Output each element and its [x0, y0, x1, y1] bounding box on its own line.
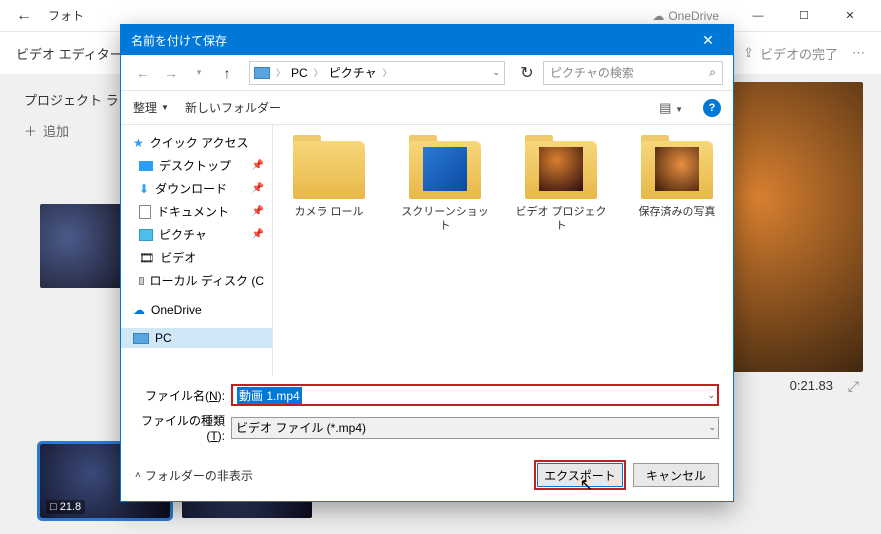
tree-downloads[interactable]: ⬇ダウンロード📌 [121, 177, 272, 200]
help-button[interactable]: ? [703, 99, 721, 117]
close-button[interactable]: ✕ [827, 0, 873, 32]
library-thumbnail[interactable] [40, 204, 130, 288]
nav-back-button[interactable]: ← [131, 61, 155, 85]
view-mode-button[interactable]: ▤ ▼ [655, 100, 687, 116]
dialog-titlebar: 名前を付けて保存 ✕ [121, 25, 733, 55]
cloud-icon: ☁ [652, 9, 664, 23]
tree-onedrive[interactable]: ☁OneDrive [121, 300, 272, 320]
file-list[interactable]: カメラ ロール スクリーンショット ビデオ プロジェクト 保存済みの写真 [273, 125, 733, 376]
filename-label: ファイル名(N): [135, 387, 231, 404]
dropdown-icon[interactable]: ⌄ [492, 67, 500, 78]
desktop-icon [139, 161, 153, 171]
pin-icon: 📌 [252, 160, 264, 171]
nav-forward-button: → [159, 61, 183, 85]
organize-menu[interactable]: 整理 ▼ [133, 99, 169, 116]
tree-quick-access[interactable]: ★クイック アクセス [121, 131, 272, 154]
save-as-dialog: 名前を付けて保存 ✕ ← → ▾ ↑ 〉 PC 〉 ピクチャ 〉 ⌄ ↻ ピクチ… [120, 24, 734, 502]
folder-camera-roll[interactable]: カメラ ロール [281, 141, 377, 219]
dialog-title: 名前を付けて保存 [131, 32, 693, 49]
refresh-button[interactable]: ↻ [515, 63, 539, 83]
pc-icon [133, 333, 149, 344]
dialog-footer: ˄ フォルダーの非表示 エクスポート キャンセル ↖ [121, 453, 733, 501]
film-icon: 🎞 [139, 251, 154, 265]
folder-saved-photos[interactable]: 保存済みの写真 [629, 141, 725, 219]
dropdown-icon[interactable]: ⌄ [708, 422, 716, 433]
back-icon[interactable]: ← [8, 7, 40, 25]
more-icon[interactable]: ⋯ [852, 45, 865, 61]
finish-video-button[interactable]: ⇪ ビデオの完了 [743, 44, 838, 63]
dialog-close-button[interactable]: ✕ [693, 32, 723, 49]
dialog-nav: ← → ▾ ↑ 〉 PC 〉 ピクチャ 〉 ⌄ ↻ ピクチャの検索 ⌕ [121, 55, 733, 91]
export-icon: ⇪ [743, 45, 754, 61]
tree-videos[interactable]: 🎞ビデオ [121, 246, 272, 269]
cancel-button[interactable]: キャンセル [633, 463, 719, 487]
chevron-right-icon: 〉 [276, 66, 285, 79]
new-folder-button[interactable]: 新しいフォルダー [185, 99, 281, 116]
nav-up-button[interactable]: ↑ [215, 61, 239, 85]
dropdown-icon[interactable]: ⌄ [707, 390, 715, 401]
pc-icon [254, 67, 270, 79]
tree-pictures[interactable]: ピクチャ📌 [121, 223, 272, 246]
search-input[interactable]: ピクチャの検索 ⌕ [543, 61, 723, 85]
filename-input[interactable]: 動画 1.mp4 ⌄ [231, 384, 719, 406]
document-icon [139, 205, 151, 219]
filetype-label: ファイルの種類(T): [135, 412, 231, 443]
expand-icon[interactable]: ⤢ [848, 378, 859, 395]
tree-pc[interactable]: PC [121, 328, 272, 348]
search-icon: ⌕ [709, 65, 716, 80]
tree-documents[interactable]: ドキュメント📌 [121, 200, 272, 223]
tree-desktop[interactable]: デスクトップ📌 [121, 154, 272, 177]
address-bar[interactable]: 〉 PC 〉 ピクチャ 〉 ⌄ [249, 61, 505, 85]
nav-recent-button[interactable]: ▾ [187, 61, 211, 85]
pin-icon: 📌 [252, 206, 264, 217]
minimize-button[interactable]: ― [735, 0, 781, 32]
dialog-toolbar: 整理 ▼ 新しいフォルダー ▤ ▼ ? [121, 91, 733, 125]
picture-icon [139, 229, 153, 241]
hide-folders-toggle[interactable]: ˄ フォルダーの非表示 [135, 467, 253, 484]
maximize-button[interactable]: ☐ [781, 0, 827, 32]
plus-icon: ＋ [24, 121, 37, 140]
star-icon: ★ [133, 136, 144, 150]
onedrive-status[interactable]: ☁ OneDrive [652, 9, 719, 23]
filetype-select[interactable]: ビデオ ファイル (*.mp4) ⌄ [231, 417, 719, 439]
app-title: フォト [40, 7, 652, 24]
folder-screenshots[interactable]: スクリーンショット [397, 141, 493, 234]
chevron-right-icon: 〉 [314, 66, 323, 79]
tree-localdisk[interactable]: ローカル ディスク (C [121, 269, 272, 292]
download-icon: ⬇ [139, 182, 149, 196]
folder-video-projects[interactable]: ビデオ プロジェクト [513, 141, 609, 234]
nav-tree: ★クイック アクセス デスクトップ📌 ⬇ダウンロード📌 ドキュメント📌 ピクチャ… [121, 125, 273, 376]
dropdown-icon: ▼ [161, 103, 169, 112]
pin-icon: 📌 [252, 183, 264, 194]
preview-duration: 0:21.83 [790, 378, 833, 393]
chevron-up-icon: ˄ [135, 470, 141, 481]
pin-icon: 📌 [252, 229, 264, 240]
chevron-right-icon: 〉 [383, 66, 392, 79]
disk-icon [139, 277, 144, 285]
cloud-icon: ☁ [133, 303, 145, 317]
export-button[interactable]: エクスポート [537, 463, 623, 487]
dialog-fields: ファイル名(N): 動画 1.mp4 ⌄ ファイルの種類(T): ビデオ ファイ… [121, 376, 733, 453]
